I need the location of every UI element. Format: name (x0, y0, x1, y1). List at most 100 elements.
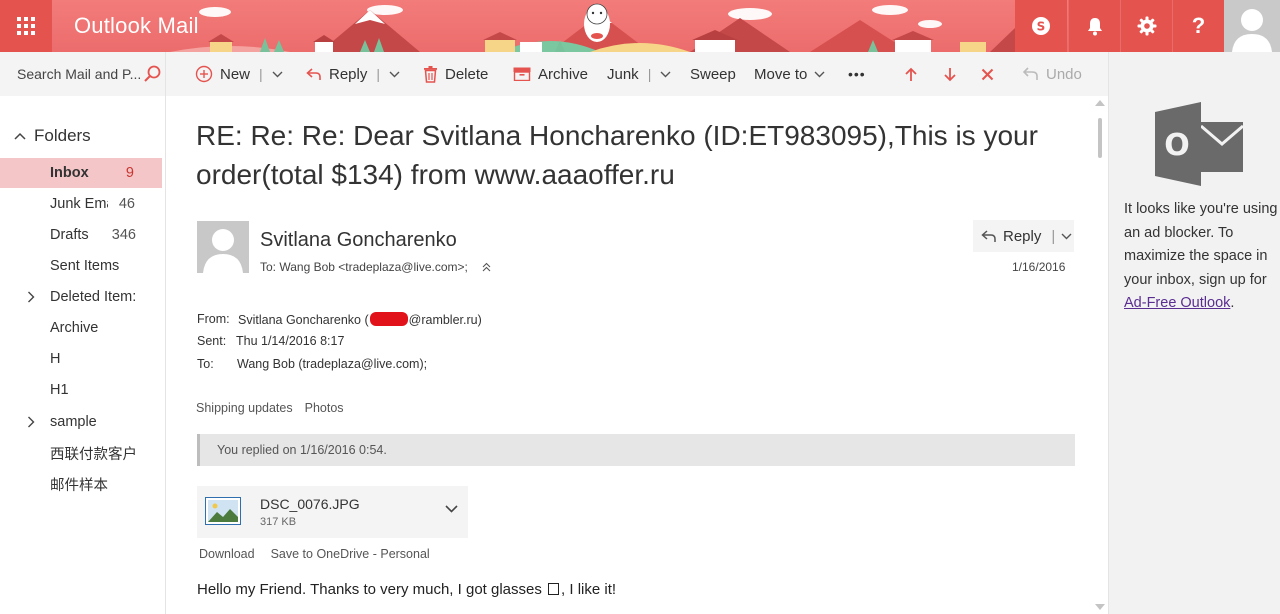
chevron-down-icon (814, 71, 825, 77)
undo-icon (1023, 67, 1038, 80)
junk-button[interactable]: Junk | (607, 52, 671, 96)
search-input[interactable]: Search Mail and P... (17, 66, 141, 82)
search-icon[interactable] (143, 65, 161, 83)
folder-deleted-items[interactable]: Deleted Item: (0, 282, 162, 312)
trash-icon (424, 65, 437, 83)
double-chevron-up-icon[interactable] (482, 262, 491, 272)
folder-name: sample (50, 414, 97, 430)
ad-message-text: It looks like you're using an ad blocker… (1124, 201, 1278, 288)
scrollbar-thumb[interactable] (1098, 118, 1102, 158)
attachment-card[interactable]: DSC_0076.JPG 317 KB (197, 486, 468, 538)
replied-notice-text: You replied on 1/16/2016 0:54. (217, 443, 387, 457)
item-count: 346 (111, 227, 136, 243)
new-label: New (220, 65, 251, 83)
help-button[interactable]: ? (1172, 0, 1224, 52)
meta-from-key: From: (197, 312, 230, 326)
account-avatar-button[interactable] (1224, 0, 1280, 52)
ad-blocker-message: It looks like you're using an ad blocker… (1124, 198, 1279, 316)
archive-label: Archive (538, 65, 589, 83)
attachment-actions: Download Save to OneDrive - Personal (199, 547, 430, 561)
delete-button[interactable]: Delete (423, 52, 488, 96)
folder-junk-email[interactable]: Junk Ema 46 (0, 189, 162, 219)
skype-button[interactable]: S (1015, 0, 1067, 52)
reply-arrow-icon (981, 230, 996, 242)
chevron-right-icon[interactable] (27, 291, 35, 303)
sender-avatar[interactable] (197, 221, 249, 273)
chevron-down-icon[interactable] (445, 505, 458, 513)
recipients-line: To: Wang Bob <tradeplaza@live.com>; (260, 260, 491, 274)
scroll-up-arrow-icon[interactable] (1095, 100, 1105, 106)
folders-header[interactable]: Folders (14, 126, 91, 146)
folder-name: Junk Ema (50, 196, 108, 212)
image-file-icon (205, 497, 241, 525)
chevron-down-icon[interactable] (389, 71, 400, 78)
chevron-down-icon[interactable] (660, 71, 671, 78)
reply-button[interactable]: Reply | (973, 220, 1074, 252)
arrow-up-icon (905, 67, 917, 81)
category-tag[interactable]: Shipping updates (196, 401, 293, 415)
download-link[interactable]: Download (199, 547, 255, 561)
undo-button[interactable]: Undo (1023, 52, 1082, 96)
reply-label: Reply (1003, 227, 1042, 245)
settings-button[interactable] (1120, 0, 1172, 52)
folder-western-union-clients[interactable]: 西联付款客户 (0, 438, 162, 468)
search-box[interactable]: Search Mail and P... (0, 52, 166, 96)
app-header: Outlook Mail S ? (0, 0, 1280, 52)
category-tag[interactable]: Photos (305, 401, 344, 415)
subject-line-2: order(total $134) from www.aaaoffer.ru (196, 159, 675, 190)
chevron-down-icon[interactable] (272, 71, 283, 78)
new-button[interactable]: New | (195, 52, 283, 96)
unread-count: 9 (125, 165, 134, 181)
skype-icon: S (1032, 17, 1050, 35)
delete-label: Delete (445, 65, 489, 83)
message-date: 1/16/2016 (1012, 260, 1066, 274)
replied-notice: You replied on 1/16/2016 0:54. (197, 434, 1075, 466)
scroll-down-arrow-icon[interactable] (1095, 604, 1105, 610)
folder-name: Archive (50, 320, 99, 336)
attachment-size: 317 KB (260, 516, 297, 528)
message-categories: Shipping updates Photos (196, 401, 344, 415)
folder-drafts[interactable]: Drafts 346 (0, 220, 162, 250)
meta-from-value: Svitlana Goncharenko (@rambler.ru) (238, 312, 482, 327)
folder-archive[interactable]: Archive (0, 313, 162, 343)
bell-icon (1087, 18, 1102, 36)
chevron-down-icon[interactable] (1061, 233, 1072, 240)
folder-sample[interactable]: sample (0, 407, 162, 437)
subject-line-1: RE: Re: Re: Dear Svitlana Honcharenko (I… (196, 120, 1038, 151)
notifications-button[interactable] (1068, 0, 1120, 52)
archive-box-icon (513, 67, 531, 81)
move-to-button[interactable]: Move to (754, 52, 825, 96)
unread-count: 46 (118, 196, 135, 212)
message-body: Hello my Friend. Thanks to very much, I … (197, 581, 616, 598)
meta-to-key: To: (197, 357, 214, 371)
close-message-button[interactable] (981, 52, 994, 96)
more-actions-button[interactable]: ••• (848, 52, 866, 96)
split-separator: | (647, 66, 652, 82)
sweep-label: Sweep (690, 65, 736, 83)
from-name: Svitlana Goncharenko ( (238, 313, 369, 327)
attachment-filename: DSC_0076.JPG (260, 496, 360, 512)
sweep-button[interactable]: Sweep (690, 52, 736, 96)
app-launcher-button[interactable] (0, 0, 52, 52)
chevron-right-icon[interactable] (27, 416, 35, 428)
header-scenery-illustration (170, 3, 1030, 52)
ad-free-outlook-link[interactable]: Ad-Free Outlook (1124, 295, 1230, 311)
folder-mail-samples[interactable]: 邮件样本 (0, 469, 162, 499)
folder-inbox[interactable]: Inbox 9 (0, 158, 162, 188)
split-separator: | (259, 66, 263, 82)
sender-name[interactable]: Svitlana Goncharenko (260, 229, 457, 252)
plus-circle-icon (195, 65, 213, 83)
folder-name: H1 (50, 382, 69, 398)
outlook-logo-icon: O (1155, 102, 1244, 186)
previous-message-button[interactable] (904, 52, 918, 96)
folder-name: 西联付款客户 (50, 446, 137, 463)
folder-h[interactable]: H (0, 344, 162, 374)
archive-button[interactable]: Archive (513, 52, 588, 96)
reply-toolbar-button[interactable]: Reply | (306, 52, 400, 96)
ellipsis-icon: ••• (848, 66, 866, 82)
reading-pane-scrollbar[interactable] (1095, 96, 1108, 614)
next-message-button[interactable] (943, 52, 957, 96)
folder-h1[interactable]: H1 (0, 375, 162, 405)
folder-sent-items[interactable]: Sent Items (0, 251, 162, 281)
save-to-onedrive-link[interactable]: Save to OneDrive - Personal (271, 547, 430, 561)
